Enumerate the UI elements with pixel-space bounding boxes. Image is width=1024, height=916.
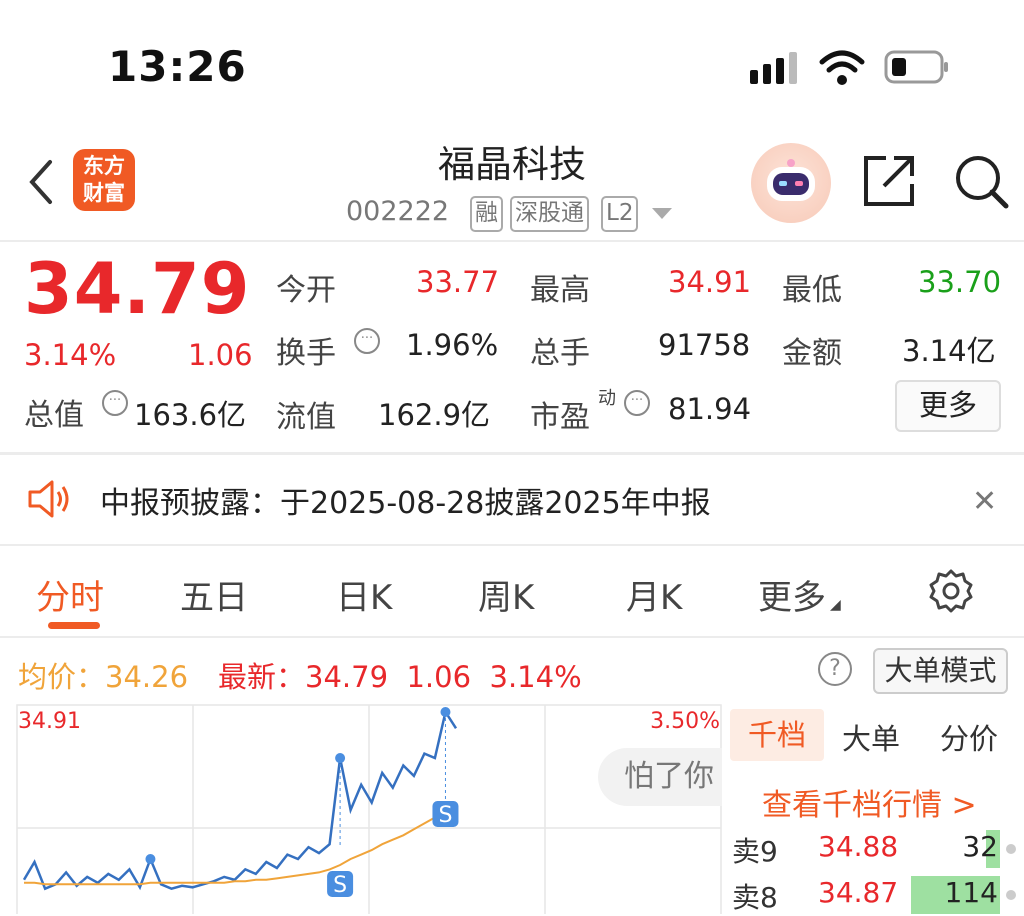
pe-label: 市盈 (530, 400, 590, 435)
high-label: 最高 (530, 273, 590, 308)
row-price: 34.87 (818, 876, 899, 909)
search-icon[interactable] (952, 152, 1010, 210)
side-tab-depth[interactable]: 千档 (730, 709, 824, 761)
latest-value: 34.79 (305, 660, 389, 694)
divider (0, 636, 1024, 638)
logo-line2: 财富 (83, 181, 125, 205)
side-tab-price-dist[interactable]: 分价 (940, 716, 998, 758)
low-value: 33.70 (918, 265, 1002, 299)
dot-icon (1006, 890, 1016, 900)
robot-assistant-icon[interactable] (751, 143, 831, 223)
more-quote-button[interactable]: 更多 (895, 380, 1001, 432)
info-icon[interactable]: ··· (624, 390, 650, 416)
wifi-icon (819, 50, 865, 85)
price-line (22, 708, 458, 891)
avg-value: 34.26 (105, 660, 189, 694)
logo-line1: 东方 (83, 154, 125, 178)
tag-level2: L2 (601, 196, 639, 232)
chevron-down-icon[interactable] (652, 208, 672, 219)
row-label: 卖9 (732, 835, 778, 868)
intraday-chart[interactable]: S S 34.91 3.50% (16, 704, 722, 914)
avg-label: 均价： (18, 660, 106, 694)
dot-icon (1006, 844, 1016, 854)
stock-name: 福晶科技 (438, 143, 586, 186)
info-icon[interactable]: ··· (102, 390, 128, 416)
row-label: 卖8 (732, 881, 778, 914)
back-chevron-icon[interactable] (26, 158, 56, 206)
change-percent: 3.14% (24, 338, 117, 372)
volume-value: 91758 (658, 328, 751, 362)
battery-icon (884, 50, 948, 84)
dropdown-arrow-icon: ◢ (830, 597, 841, 613)
open-label: 今开 (276, 273, 336, 308)
sell-marker-label: S (438, 803, 452, 828)
tab-daily-k[interactable]: 日K (336, 570, 392, 619)
market-cap-value: 163.6亿 (134, 398, 247, 432)
spike-dot (145, 854, 156, 865)
current-price: 34.79 (24, 248, 251, 330)
y-max-label: 34.91 (18, 709, 81, 734)
pe-value: 81.94 (668, 392, 752, 426)
low-label: 最低 (782, 273, 842, 308)
big-order-mode-button[interactable]: 大单模式 (873, 648, 1008, 694)
orderbook-row[interactable]: 卖8 34.87 114 (732, 876, 1024, 916)
app-logo[interactable]: 东方 财富 (73, 149, 135, 211)
float-cap-value: 162.9亿 (378, 398, 491, 432)
y-max-pct-label: 3.50% (650, 709, 720, 734)
latest-label: 最新： (218, 660, 306, 694)
change-value: 1.06 (188, 338, 253, 372)
latest-change: 1.06 (406, 660, 472, 694)
open-value: 33.77 (416, 265, 500, 299)
divider (0, 544, 1024, 546)
divider (0, 240, 1024, 242)
tab-monthly-k[interactable]: 月K (626, 570, 682, 619)
notice-text[interactable]: 中报预披露：于2025-08-28披露2025年中报 (100, 478, 711, 522)
divider (0, 452, 1024, 455)
latest-price: 最新：34.79 1.06 3.14% (218, 654, 582, 696)
chart-grid (16, 704, 722, 914)
close-icon[interactable]: ✕ (972, 484, 997, 519)
turnover-value: 1.96% (406, 328, 499, 362)
side-tab-big-orders[interactable]: 大单 (842, 716, 900, 758)
view-depth-link[interactable]: 查看千档行情 > (762, 780, 977, 824)
comment-bubble[interactable]: 怕了你 (598, 748, 722, 806)
speaker-icon (28, 480, 69, 518)
cellular-signal-icon (750, 52, 797, 84)
gear-icon[interactable] (928, 568, 974, 614)
volume-label: 总手 (530, 336, 590, 371)
high-value: 34.91 (668, 265, 752, 299)
tab-more-label: 更多 (758, 578, 826, 618)
sell-marker-label: S (333, 873, 347, 898)
status-time: 13:26 (108, 42, 247, 91)
latest-pct: 3.14% (489, 660, 582, 694)
turnover-label: 换手 (276, 336, 336, 371)
help-icon[interactable]: ? (818, 652, 852, 686)
amount-value: 3.14亿 (902, 334, 996, 368)
orderbook-row[interactable]: 卖9 34.88 32 (732, 830, 1024, 870)
info-icon[interactable]: ··· (354, 328, 380, 354)
tag-connect: 深股通 (510, 196, 589, 232)
market-cap-label: 总值 (24, 398, 84, 433)
active-tab-indicator (48, 622, 100, 629)
row-volume: 32 (962, 830, 998, 863)
tab-weekly-k[interactable]: 周K (478, 570, 534, 619)
stock-code: 002222 (346, 196, 450, 227)
sell-marker[interactable]: S (432, 801, 459, 828)
row-volume: 114 (944, 876, 998, 909)
amount-label: 金额 (782, 336, 842, 371)
tab-more[interactable]: 更多 ◢ (758, 570, 841, 619)
tab-five-day[interactable]: 五日 (180, 570, 248, 619)
share-icon[interactable] (862, 152, 918, 208)
tab-intraday[interactable]: 分时 (36, 570, 104, 619)
sell-marker[interactable]: S (327, 871, 354, 898)
float-cap-label: 流值 (276, 400, 336, 435)
avg-price: 均价：34.26 (18, 654, 188, 696)
row-price: 34.88 (818, 830, 899, 863)
tag-margin: 融 (470, 196, 503, 232)
pe-superscript: 动 (598, 388, 616, 409)
